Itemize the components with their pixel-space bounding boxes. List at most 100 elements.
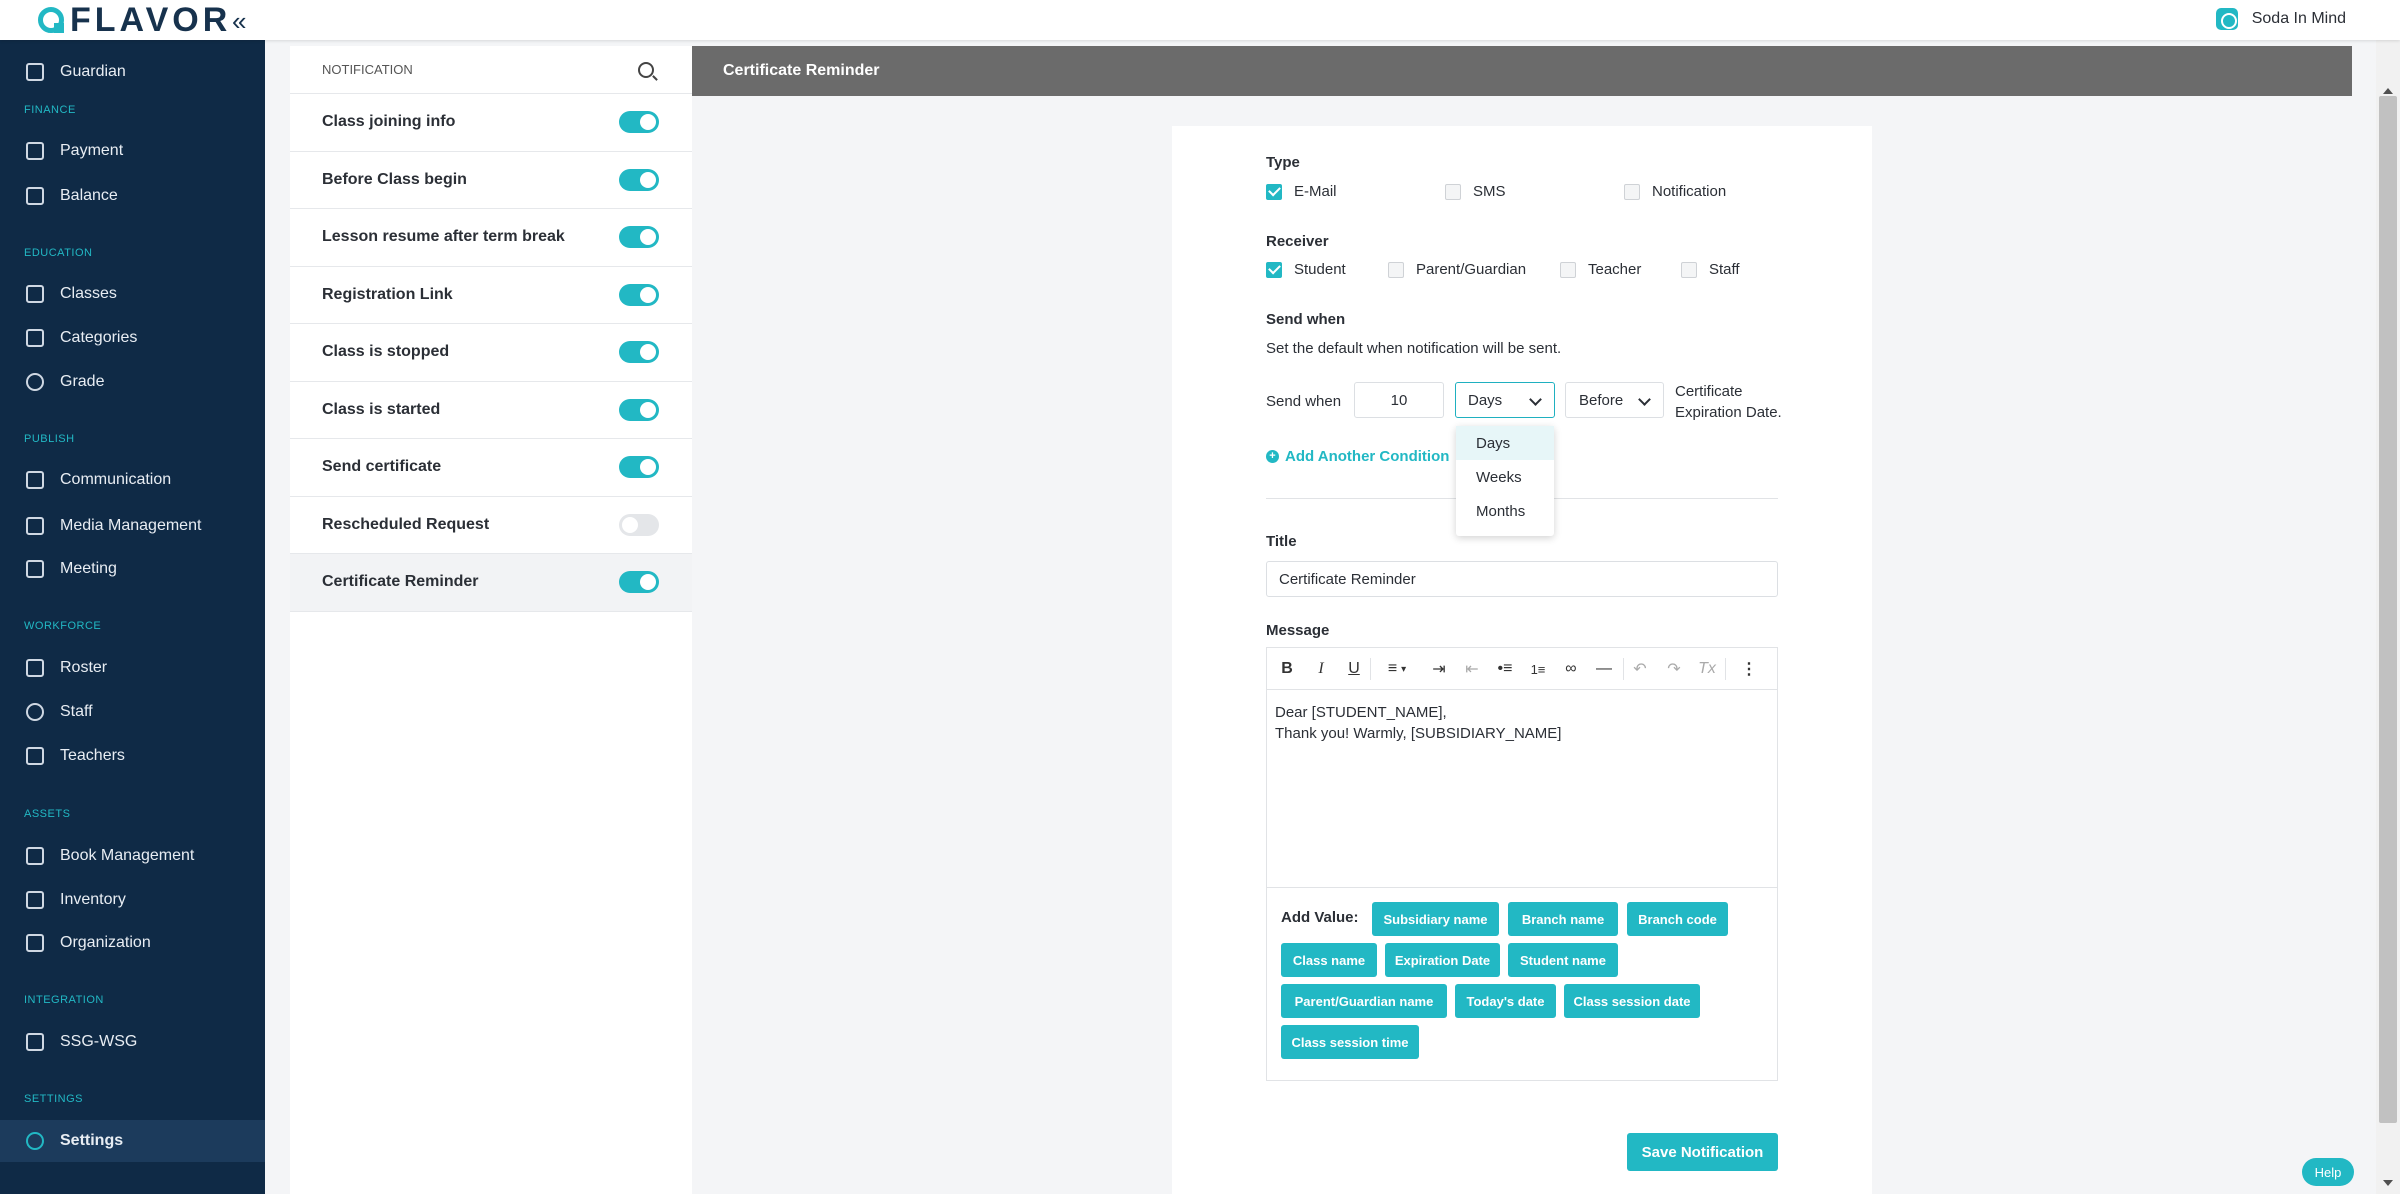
more-options-icon[interactable]: ⋮ [1738,658,1760,680]
bullet-list-icon[interactable]: •≡ [1494,658,1516,680]
indent-icon[interactable]: ⇥ [1428,658,1450,680]
chip-expiration-date[interactable]: Expiration Date [1385,943,1500,977]
help-button[interactable]: Help [2302,1158,2354,1186]
unit-option-days[interactable]: Days [1456,426,1554,460]
undo-icon[interactable]: ↶ [1629,658,1651,680]
brand-logo[interactable]: FLAVOR [38,1,231,39]
chip-student-name[interactable]: Student name [1508,943,1618,977]
target-line-2: Expiration Date. [1675,404,1782,421]
receiver-student-option[interactable]: Student [1266,261,1346,278]
notification-toggle[interactable] [619,283,659,306]
receiver-parent-option[interactable]: Parent/Guardian [1388,261,1526,278]
sidebar-item-communication[interactable]: Communication [0,460,265,500]
teacher-checkbox[interactable] [1560,261,1576,278]
save-notification-button[interactable]: Save Notification [1627,1133,1778,1171]
notification-item[interactable]: Class is stopped [290,324,692,382]
clear-format-icon[interactable]: Tx [1696,658,1718,680]
search-icon[interactable] [638,61,654,78]
sidebar-item-guardian[interactable]: Guardian [0,52,265,92]
type-email-option[interactable]: E-Mail [1266,183,1337,200]
notification-item[interactable]: Send certificate [290,439,692,497]
type-sms-option[interactable]: SMS [1445,183,1506,200]
redo-icon[interactable]: ↷ [1663,658,1685,680]
sms-checkbox[interactable] [1445,183,1461,200]
chip-class-session-time[interactable]: Class session time [1281,1025,1419,1059]
horizontal-rule-icon[interactable]: — [1593,658,1615,680]
student-checkbox[interactable] [1266,261,1282,278]
link-icon[interactable]: ∞ [1560,658,1582,680]
notification-toggle[interactable] [619,341,659,364]
chip-class-session-date[interactable]: Class session date [1564,984,1700,1018]
notification-item[interactable]: Registration Link [290,267,692,324]
sidebar-item-inventory[interactable]: Inventory [0,880,265,920]
sidebar-item-classes[interactable]: Classes [0,274,265,314]
sidebar-item-payment[interactable]: Payment [0,131,265,171]
sidebar-item-settings[interactable]: Settings [0,1120,265,1162]
staff-checkbox[interactable] [1681,261,1697,278]
notification-item[interactable]: Class joining info [290,94,692,152]
scroll-up-icon[interactable] [2383,88,2393,94]
notification-item[interactable]: Before Class begin [290,152,692,209]
sidebar-item-label: Balance [60,187,118,204]
receiver-teacher-option[interactable]: Teacher [1560,261,1641,278]
receiver-staff-option[interactable]: Staff [1681,261,1740,278]
section-settings: SETTINGS [24,1093,84,1105]
bold-icon[interactable]: B [1278,658,1296,680]
sidebar-item-categories[interactable]: Categories [0,318,265,358]
unit-option-months[interactable]: Months [1456,494,1554,528]
sidebar-item-meeting[interactable]: Meeting [0,549,265,589]
notification-toggle[interactable] [619,398,659,421]
outdent-icon[interactable]: ⇤ [1461,658,1483,680]
chip-todays-date[interactable]: Today's date [1455,984,1556,1018]
chip-branch-code[interactable]: Branch code [1627,902,1728,936]
notification-toggle[interactable] [619,571,659,594]
sidebar-item-label: Communication [60,471,172,488]
notification-toggle[interactable] [619,168,659,191]
notification-label: Rescheduled Request [322,515,490,533]
org-switcher[interactable]: Soda In Mind [2215,8,2346,30]
sidebar-item-balance[interactable]: Balance [0,176,265,216]
notification-toggle[interactable] [619,111,659,134]
notification-toggle[interactable] [619,226,659,249]
inventory-icon [26,891,44,909]
collapse-sidebar-icon[interactable]: « [232,6,246,37]
align-dropdown-icon[interactable]: ≡ ▾ [1377,658,1417,680]
sidebar-item-book[interactable]: Book Management [0,836,265,876]
sidebar-item-organization[interactable]: Organization [0,923,265,963]
add-condition-button[interactable]: + Add Another Condition [1266,448,1449,465]
unit-select[interactable]: Days [1455,382,1555,418]
sidebar-item-grade[interactable]: Grade [0,362,265,402]
sidebar-item-ssg[interactable]: SSG-WSG [0,1022,265,1062]
chip-parent-guardian-name[interactable]: Parent/Guardian name [1281,984,1447,1018]
message-body[interactable]: Dear [STUDENT_NAME], Thank you! Warmly, … [1267,690,1777,888]
chip-class-name[interactable]: Class name [1281,943,1377,977]
scroll-down-icon[interactable] [2383,1180,2393,1186]
sidebar-item-staff[interactable]: Staff [0,692,265,732]
chip-branch-name[interactable]: Branch name [1508,902,1618,936]
page-scrollbar[interactable] [2376,40,2400,1194]
parent-checkbox[interactable] [1388,261,1404,278]
sidebar-item-roster[interactable]: Roster [0,648,265,688]
notification-item[interactable]: Lesson resume after term break [290,209,692,267]
sms-option-label: SMS [1473,183,1506,200]
notification-item[interactable]: Class is started [290,382,692,439]
notification-checkbox[interactable] [1624,183,1640,200]
sidebar-item-media[interactable]: Media Management [0,506,265,546]
title-input[interactable]: Certificate Reminder [1266,561,1778,597]
scrollbar-thumb[interactable] [2379,96,2397,1123]
notification-item[interactable]: Rescheduled Request [290,497,692,554]
underline-icon[interactable]: U [1345,658,1363,680]
numbered-list-icon[interactable]: 1≡ [1527,658,1549,680]
email-checkbox[interactable] [1266,183,1282,200]
notification-item[interactable]: Certificate Reminder [290,554,692,612]
notification-toggle[interactable] [619,456,659,479]
chip-subsidiary-name[interactable]: Subsidiary name [1372,902,1499,936]
sidebar-item-teachers[interactable]: Teachers [0,736,265,776]
amount-input[interactable]: 10 [1354,382,1444,418]
sidebar-item-label: Meeting [60,560,117,577]
italic-icon[interactable]: I [1312,658,1330,680]
type-notification-option[interactable]: Notification [1624,183,1726,200]
relation-select[interactable]: Before [1565,382,1664,418]
unit-option-weeks[interactable]: Weeks [1456,460,1554,494]
notification-toggle[interactable] [619,513,659,536]
